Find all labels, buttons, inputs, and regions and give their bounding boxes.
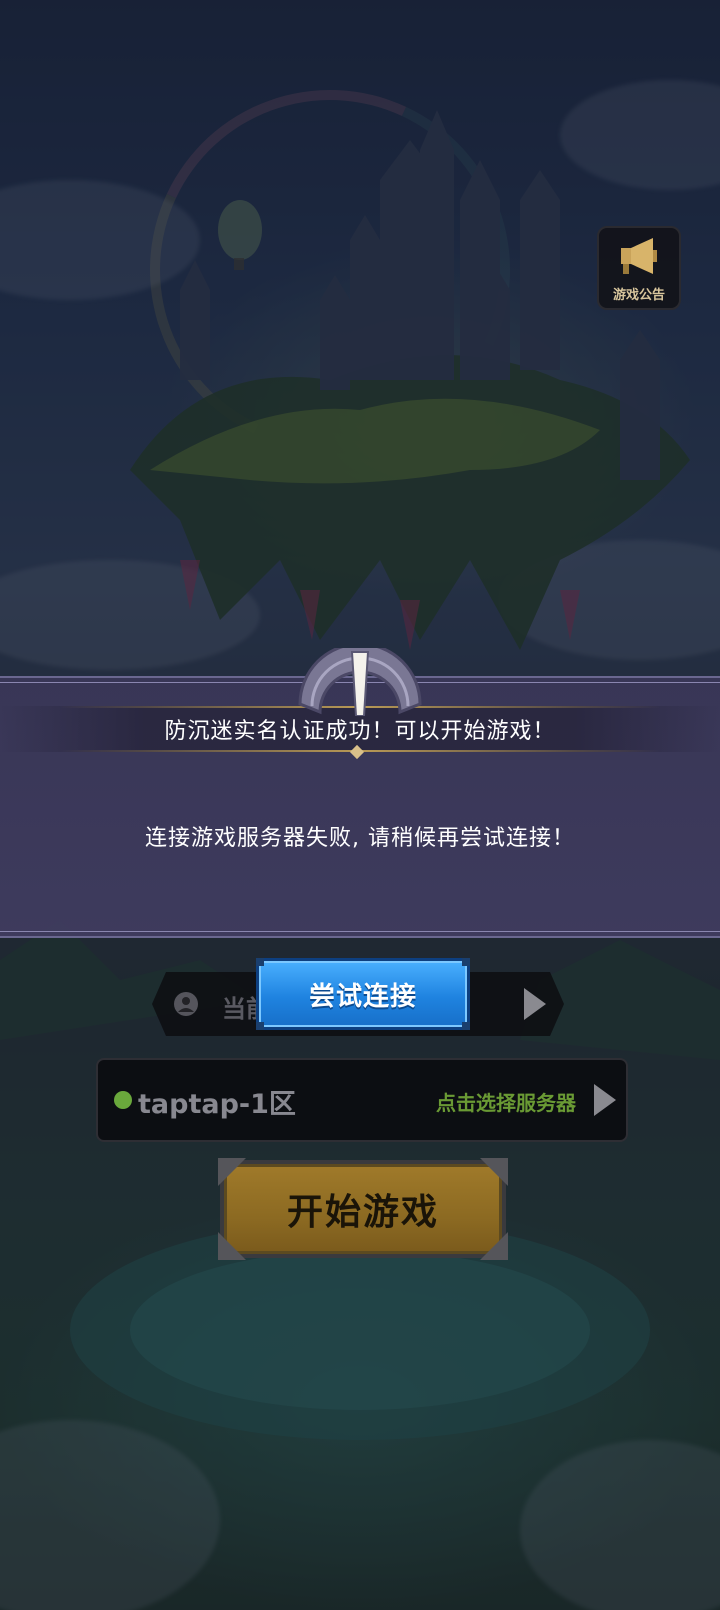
- corner-ornament: [462, 1022, 470, 1030]
- dialog-message: 连接游戏服务器失败, 请稍候再尝试连接！: [145, 826, 575, 851]
- server-select-hint: 点击选择服务器: [436, 1091, 576, 1115]
- corner-ornament: [256, 958, 264, 966]
- server-name: taptap-1区: [138, 1089, 296, 1120]
- retry-connection-button[interactable]: 尝试连接: [256, 958, 470, 1030]
- corner-ornament: [218, 1158, 246, 1186]
- start-game-button[interactable]: 开始游戏: [218, 1158, 508, 1260]
- corner-ornament: [480, 1158, 508, 1186]
- announcement-label: 游戏公告: [612, 288, 665, 303]
- corner-ornament: [256, 1022, 264, 1030]
- user-avatar-icon: [174, 992, 198, 1016]
- server-status-dot: [114, 1091, 132, 1109]
- dialog-title: 防沉迷实名认证成功！可以开始游戏！: [164, 719, 556, 744]
- arrow-right-icon: [594, 1084, 616, 1116]
- gauge-emblem-icon: [298, 648, 422, 716]
- corner-ornament: [462, 958, 470, 966]
- server-select[interactable]: taptap-1区 点击选择服务器: [96, 1058, 628, 1142]
- corner-ornament: [480, 1232, 508, 1260]
- announcement-button[interactable]: 游戏公告: [597, 226, 681, 310]
- retry-connection-label: 尝试连接: [308, 981, 417, 1012]
- megaphone-icon: [621, 238, 657, 274]
- arrow-right-icon: [524, 988, 546, 1020]
- corner-ornament: [218, 1232, 246, 1260]
- start-game-label: 开始游戏: [286, 1192, 439, 1233]
